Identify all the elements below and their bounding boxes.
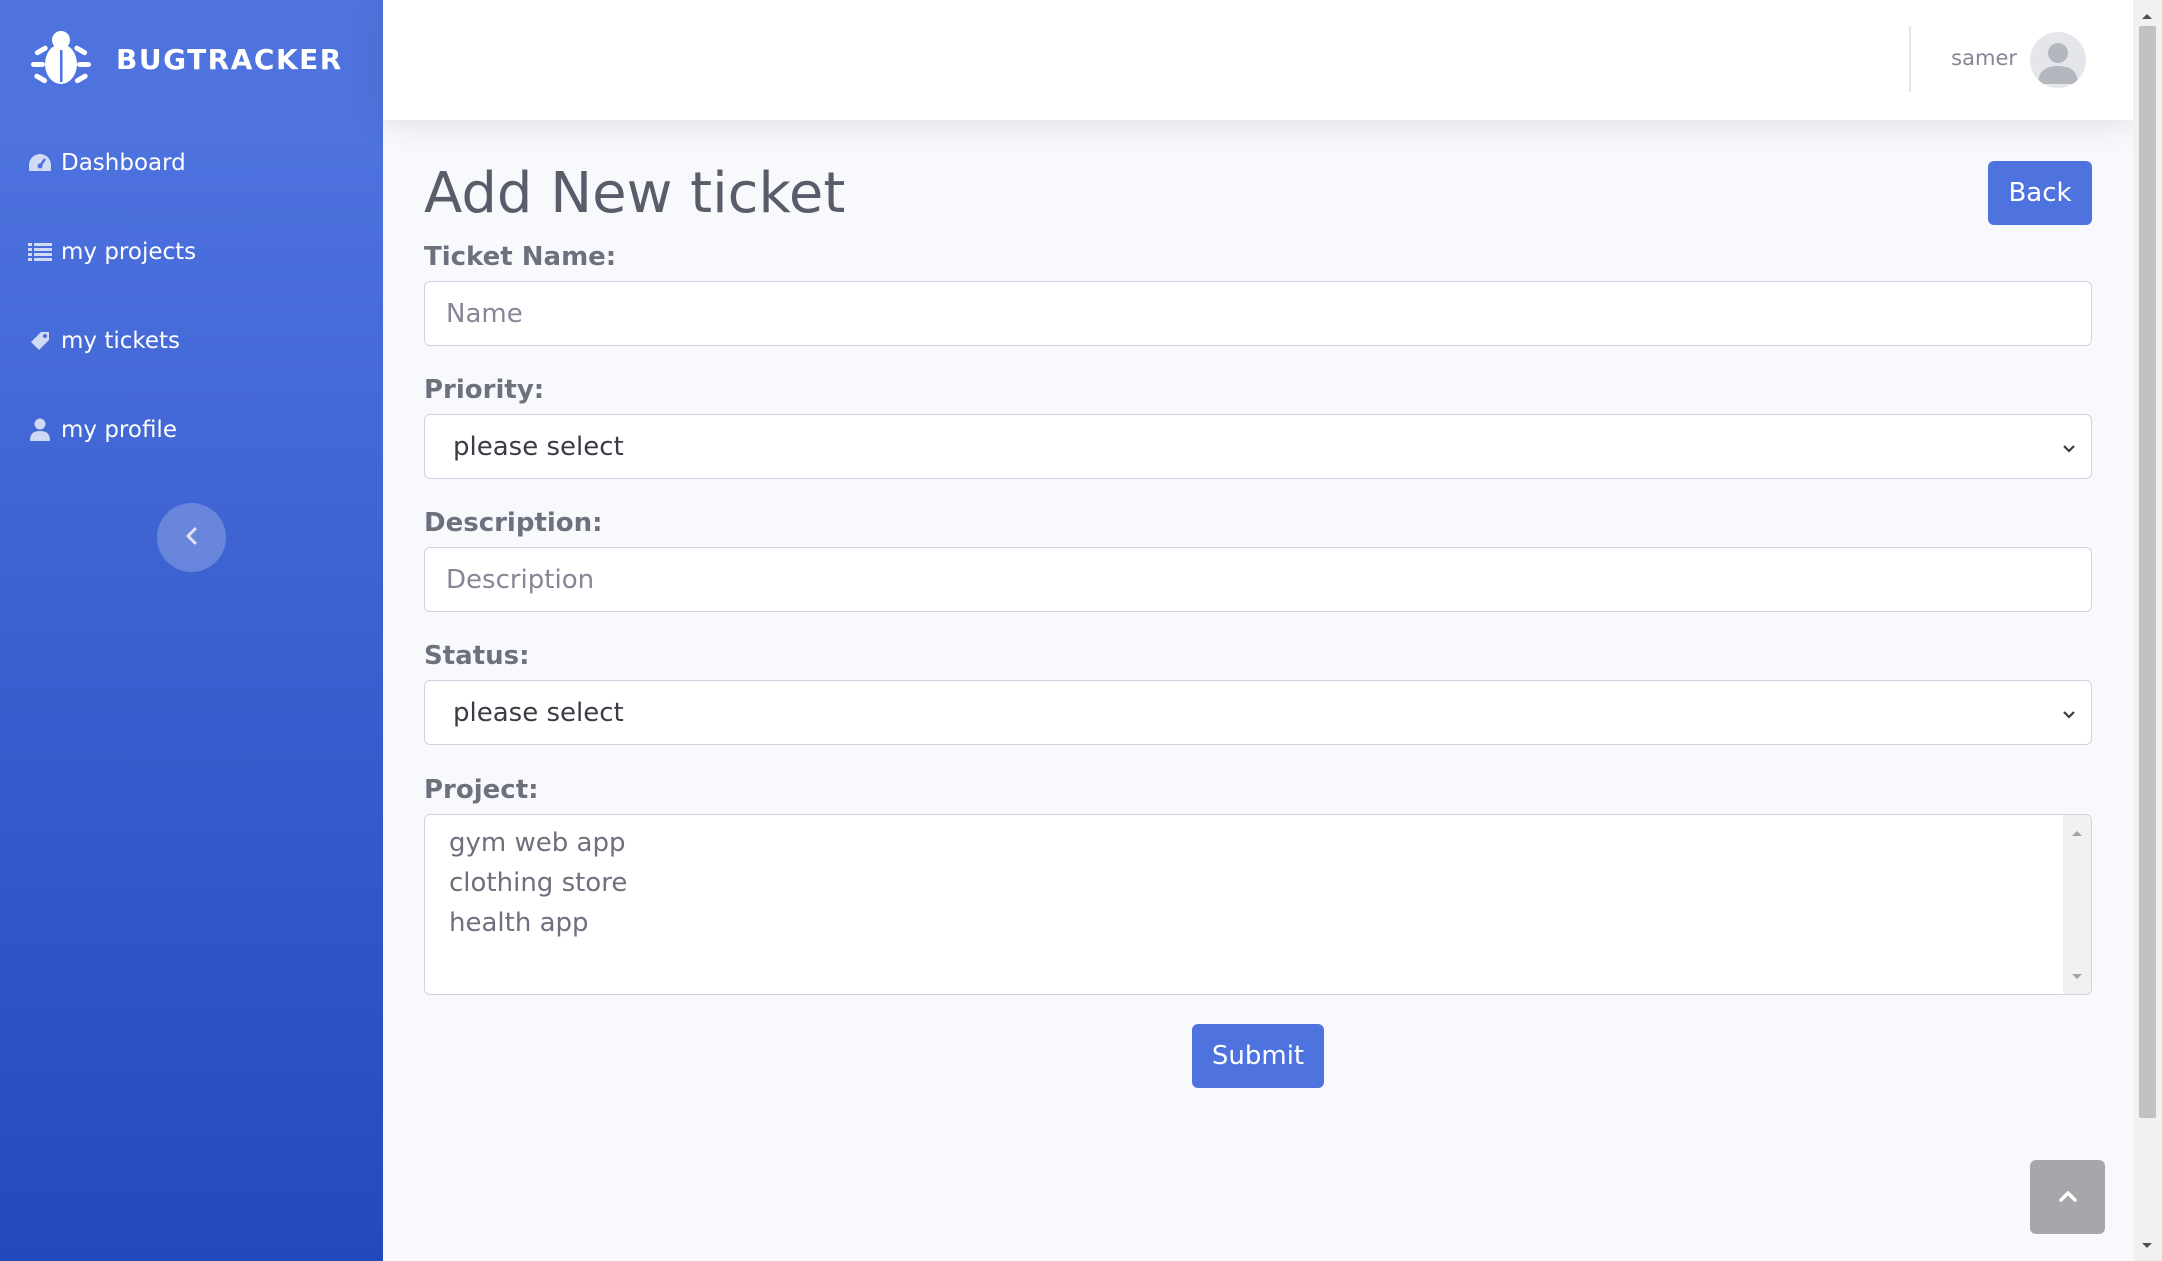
sidebar-toggle-button[interactable]	[157, 503, 226, 572]
sidebar: BUGTRACKER Dashboard my projects my tick…	[0, 0, 383, 1261]
scroll-down-arrow-icon[interactable]	[2070, 967, 2084, 986]
scroll-up-arrow-icon[interactable]	[2070, 823, 2084, 842]
chevron-left-icon	[185, 527, 199, 549]
project-option[interactable]: gym web app	[449, 828, 625, 858]
user-name[interactable]: samer	[1951, 46, 2017, 70]
page-title: Add New ticket	[424, 161, 846, 226]
chevron-up-icon	[2058, 1188, 2078, 1207]
description-input[interactable]	[424, 547, 2092, 612]
project-option[interactable]: clothing store	[449, 868, 627, 898]
bug-icon	[30, 26, 92, 92]
chevron-down-icon	[2061, 698, 2077, 728]
ticket-name-label: Ticket Name:	[424, 242, 617, 272]
project-listbox[interactable]: gym web app clothing store health app	[424, 814, 2092, 995]
user-icon	[27, 417, 53, 443]
scroll-to-top-button[interactable]	[2030, 1160, 2105, 1234]
tachometer-icon	[27, 150, 53, 176]
listbox-scrollbar[interactable]	[2063, 815, 2091, 994]
project-label: Project:	[424, 775, 539, 805]
sidebar-item-label: my tickets	[61, 328, 181, 354]
sidebar-item-label: my profile	[61, 417, 177, 443]
status-label: Status:	[424, 641, 530, 671]
ticket-name-input[interactable]	[424, 281, 2092, 346]
main-content: Add New ticket Back Ticket Name: Priorit…	[383, 120, 2133, 1261]
status-selected-value: please select	[453, 697, 624, 728]
project-option[interactable]: health app	[449, 908, 589, 938]
ticket-icon	[27, 328, 53, 354]
scroll-up-arrow-icon[interactable]	[2140, 6, 2154, 25]
sidebar-item-label: my projects	[61, 239, 197, 265]
sidebar-item-my-tickets[interactable]: my tickets	[27, 328, 180, 354]
page-scrollbar-thumb[interactable]	[2139, 26, 2156, 1118]
status-select[interactable]: please select	[424, 680, 2092, 745]
priority-select[interactable]: please select	[424, 414, 2092, 479]
back-button[interactable]: Back	[1988, 161, 2092, 225]
brand[interactable]: BUGTRACKER	[30, 26, 343, 92]
sidebar-item-dashboard[interactable]: Dashboard	[27, 150, 186, 176]
priority-selected-value: please select	[453, 431, 624, 462]
scroll-down-arrow-icon[interactable]	[2140, 1236, 2154, 1255]
sidebar-item-my-profile[interactable]: my profile	[27, 417, 177, 443]
page-scrollbar[interactable]	[2133, 0, 2162, 1261]
sidebar-item-my-projects[interactable]: my projects	[27, 239, 196, 265]
chevron-down-icon	[2061, 432, 2077, 462]
list-icon	[27, 239, 53, 265]
topbar: samer	[383, 0, 2133, 120]
submit-button[interactable]: Submit	[1192, 1024, 1324, 1088]
topbar-divider	[1909, 26, 1911, 92]
description-label: Description:	[424, 508, 603, 538]
sidebar-item-label: Dashboard	[61, 150, 186, 176]
priority-label: Priority:	[424, 375, 545, 405]
brand-name: BUGTRACKER	[116, 42, 343, 76]
user-avatar-icon[interactable]	[2030, 32, 2086, 88]
